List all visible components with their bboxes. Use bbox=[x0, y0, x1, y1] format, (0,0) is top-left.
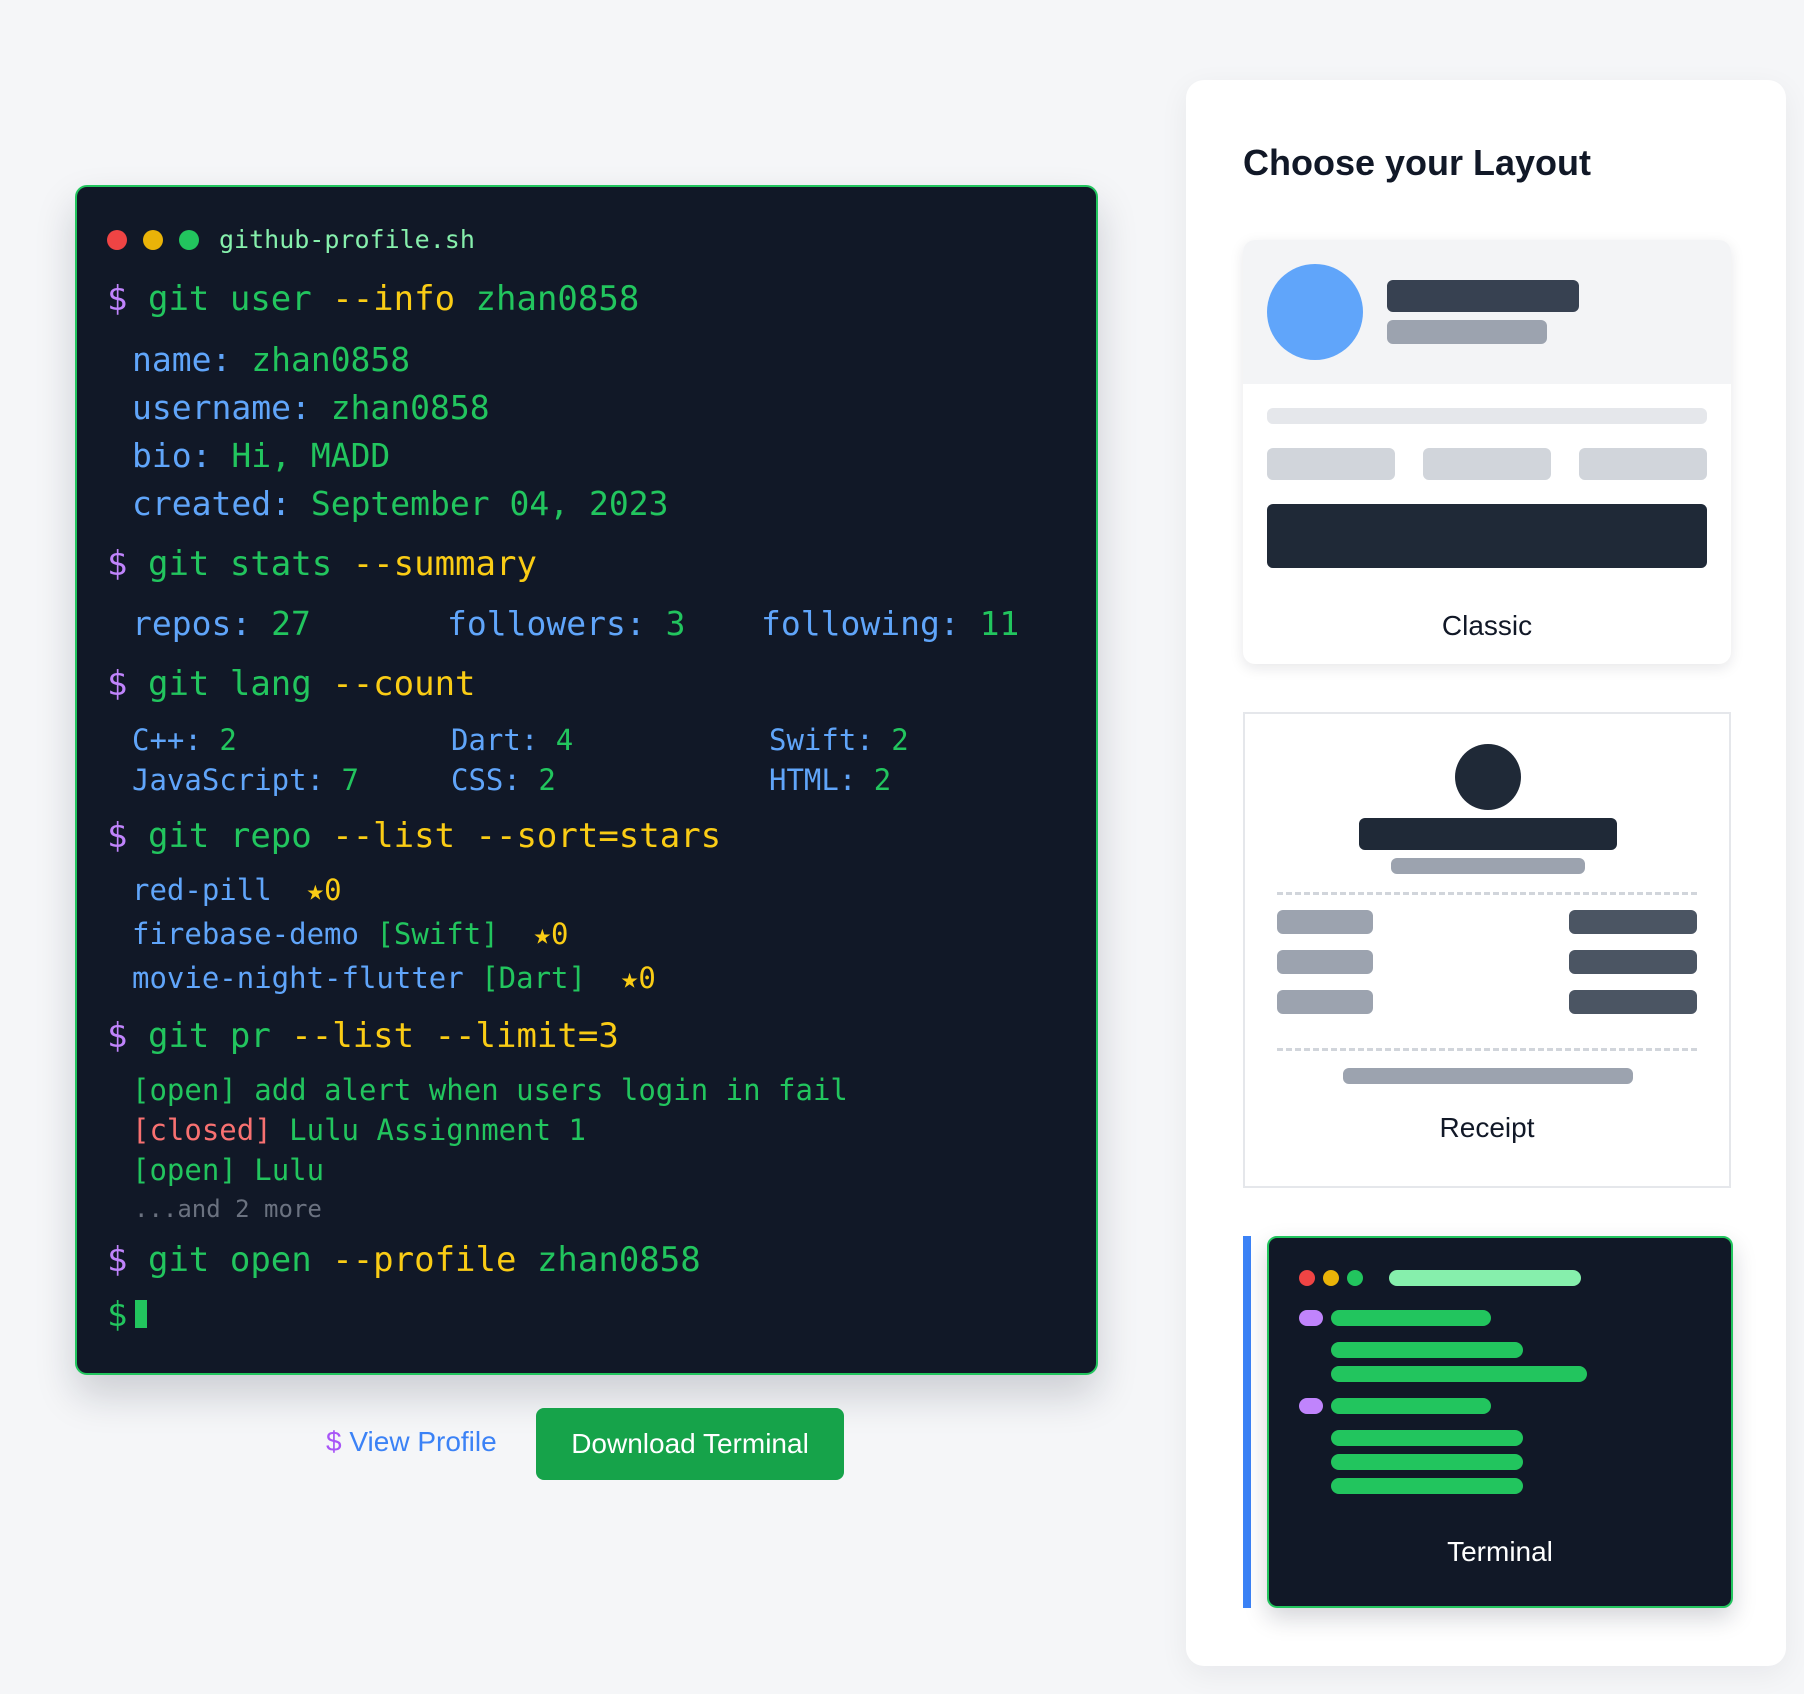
preview-bar bbox=[1387, 320, 1547, 344]
stat-repos: repos: 27 bbox=[132, 604, 311, 643]
preview-bar bbox=[1331, 1342, 1523, 1358]
preview-bar bbox=[1579, 448, 1707, 480]
preview-bar bbox=[1331, 1478, 1523, 1494]
minimize-dot-icon bbox=[143, 229, 163, 250]
preview-bar bbox=[1277, 910, 1373, 934]
command-open-profile: $ git open --profile zhan0858 bbox=[107, 1240, 701, 1280]
terminal-window: github-profile.sh $ git user --info zhan… bbox=[75, 185, 1098, 1375]
preview-bar bbox=[1391, 858, 1585, 874]
terminal-title-bar: github-profile.sh bbox=[107, 225, 475, 254]
preview-bar bbox=[1267, 408, 1707, 424]
repo-item: red-pill ★0 bbox=[132, 873, 342, 907]
selected-indicator bbox=[1243, 1236, 1251, 1608]
pr-item: [open] Lulu bbox=[132, 1153, 325, 1187]
preview-bar bbox=[1569, 990, 1697, 1014]
preview-bar bbox=[1267, 448, 1395, 480]
layout-option-terminal[interactable]: Terminal bbox=[1243, 1236, 1733, 1608]
preview-bar bbox=[1331, 1454, 1523, 1470]
download-terminal-button[interactable]: Download Terminal bbox=[536, 1408, 844, 1480]
lang-item: JavaScript: 7 bbox=[132, 763, 359, 797]
stat-following: following: 11 bbox=[761, 604, 1020, 643]
command-user-info: $ git user --info zhan0858 bbox=[107, 279, 640, 319]
layout-label-terminal: Terminal bbox=[1447, 1536, 1553, 1567]
info-name: name: zhan0858 bbox=[132, 340, 411, 379]
preview-bar bbox=[1389, 1270, 1581, 1286]
repo-item: firebase-demo [Swift] ★0 bbox=[132, 917, 569, 951]
terminal-filename: github-profile.sh bbox=[219, 225, 475, 254]
prompt-pill-icon bbox=[1299, 1398, 1323, 1414]
command-pr-list: $ git pr --list --limit=3 bbox=[107, 1016, 619, 1056]
info-created: created: September 04, 2023 bbox=[132, 484, 669, 523]
maximize-dot-icon bbox=[1347, 1270, 1363, 1286]
dashed-divider bbox=[1277, 892, 1697, 895]
preview-bar bbox=[1267, 504, 1707, 568]
lang-item: C++: 2 bbox=[132, 723, 237, 757]
command-lang-count: $ git lang --count bbox=[107, 664, 476, 704]
close-dot-icon bbox=[107, 229, 127, 250]
info-username: username: zhan0858 bbox=[132, 388, 490, 427]
maximize-dot-icon bbox=[179, 229, 199, 250]
command-repo-list: $ git repo --list --sort=stars bbox=[107, 816, 722, 856]
layout-panel: Choose your Layout Classic Receipt Termi… bbox=[1186, 80, 1786, 1666]
avatar-placeholder-icon bbox=[1267, 264, 1363, 360]
lang-item: HTML: 2 bbox=[769, 763, 892, 797]
pr-item: [closed] Lulu Assignment 1 bbox=[132, 1113, 586, 1147]
preview-bar bbox=[1569, 910, 1697, 934]
lang-item: Swift: 2 bbox=[769, 723, 909, 757]
preview-bar bbox=[1277, 950, 1373, 974]
info-bio: bio: Hi, MADD bbox=[132, 436, 391, 475]
preview-bar bbox=[1569, 950, 1697, 974]
cursor-block bbox=[135, 1300, 148, 1328]
minimize-dot-icon bbox=[1323, 1270, 1339, 1286]
view-profile-link[interactable]: $ View Profile bbox=[326, 1426, 497, 1458]
panel-title: Choose your Layout bbox=[1243, 142, 1592, 183]
dollar-icon: $ bbox=[326, 1426, 342, 1457]
preview-bar bbox=[1277, 990, 1373, 1014]
repo-item: movie-night-flutter [Dart] ★0 bbox=[132, 961, 656, 995]
preview-bar bbox=[1359, 818, 1617, 850]
preview-bar bbox=[1387, 280, 1579, 312]
layout-option-receipt[interactable]: Receipt bbox=[1243, 712, 1731, 1188]
preview-bar bbox=[1331, 1366, 1587, 1382]
avatar-placeholder-icon bbox=[1455, 744, 1521, 810]
dashed-divider bbox=[1277, 1048, 1697, 1051]
preview-bar bbox=[1343, 1068, 1633, 1084]
view-profile-label: View Profile bbox=[349, 1426, 497, 1457]
layout-label-classic: Classic bbox=[1441, 610, 1533, 641]
layout-label-receipt: Receipt bbox=[1439, 1112, 1535, 1143]
pr-item: [open] add alert when users login in fai… bbox=[132, 1073, 848, 1107]
close-dot-icon bbox=[1299, 1270, 1315, 1286]
prompt-line: $ bbox=[107, 1295, 148, 1335]
preview-bar bbox=[1331, 1430, 1523, 1446]
preview-bar bbox=[1423, 448, 1551, 480]
preview-bar bbox=[1331, 1398, 1491, 1414]
layout-option-classic[interactable]: Classic bbox=[1243, 240, 1731, 664]
stat-followers: followers: 3 bbox=[447, 604, 686, 643]
terminal-preview: Terminal bbox=[1267, 1236, 1733, 1608]
prompt-pill-icon bbox=[1299, 1310, 1323, 1326]
pr-more-text: ...and 2 more bbox=[134, 1195, 322, 1223]
lang-item: Dart: 4 bbox=[451, 723, 574, 757]
preview-bar bbox=[1331, 1310, 1491, 1326]
lang-item: CSS: 2 bbox=[451, 763, 556, 797]
command-stats-summary: $ git stats --summary bbox=[107, 544, 537, 584]
